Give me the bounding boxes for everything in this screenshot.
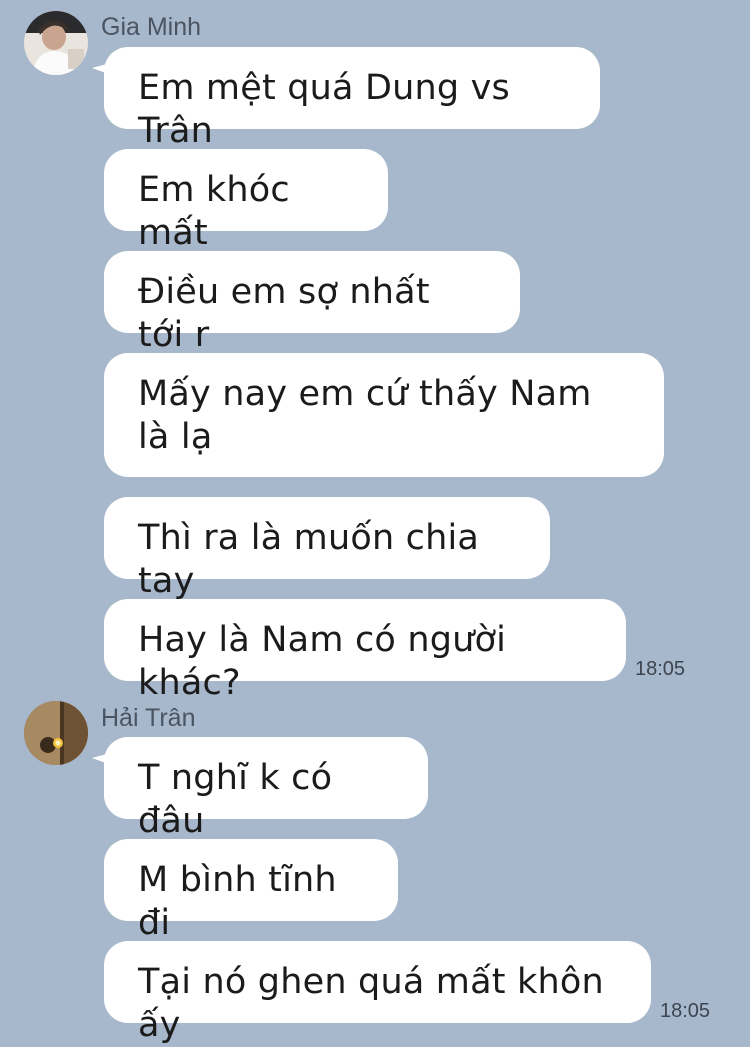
message-bubble[interactable]: M bình tĩnh đi — [104, 839, 398, 943]
message-bubble[interactable]: Điều em sợ nhất tới r — [104, 251, 520, 355]
message-text: Điều em sợ nhất tới r — [138, 272, 430, 355]
message-text: M bình tĩnh đi — [138, 860, 337, 943]
message-bubble[interactable]: Em mệt quá Dung vs Trân — [104, 47, 600, 151]
sender-name: Gia Minh — [101, 13, 202, 41]
avatar-hai-tran[interactable] — [24, 701, 88, 765]
message-bubble[interactable]: Mấy nay em cứ thấy Nam là lạ — [104, 353, 664, 477]
message-bubble[interactable]: T nghĩ k có đâu — [104, 737, 428, 841]
message-text: T nghĩ k có đâu — [138, 758, 333, 841]
avatar-gia-minh[interactable] — [24, 11, 88, 75]
message-timestamp: 18:05 — [635, 658, 686, 680]
message-text: Em mệt quá Dung vs Trân — [138, 68, 510, 151]
user-avatar-icon — [24, 701, 88, 765]
message-text: Tại nó ghen quá mất khôn ấy — [138, 962, 604, 1045]
message-text: Thì ra là muốn chia tay — [138, 518, 480, 601]
message-bubble[interactable]: Em khóc mất — [104, 149, 388, 253]
message-text: Hay là Nam có người khác? — [138, 620, 507, 703]
message-bubble[interactable]: Thì ra là muốn chia tay — [104, 497, 550, 601]
message-bubble[interactable]: Hay là Nam có người khác? — [104, 599, 626, 703]
message-timestamp: 18:05 — [660, 1000, 711, 1022]
message-bubble[interactable]: Tại nó ghen quá mất khôn ấy — [104, 941, 651, 1045]
message-text: Mấy nay em cứ thấy Nam là lạ — [138, 374, 592, 457]
user-avatar-icon — [24, 11, 88, 75]
message-text: Em khóc mất — [138, 170, 290, 253]
sender-name: Hải Trân — [101, 704, 196, 732]
